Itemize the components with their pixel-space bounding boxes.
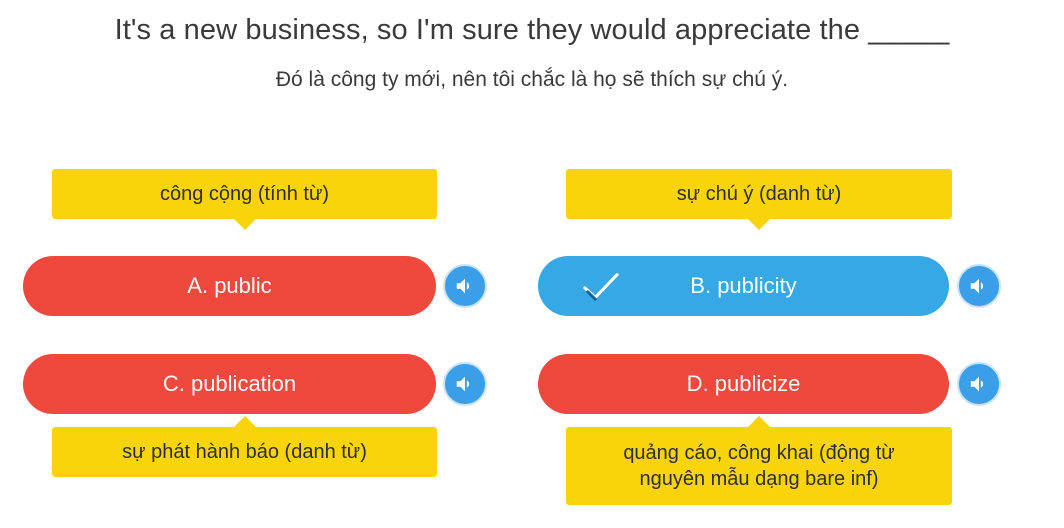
hint-option-d-line1: quảng cáo, công khai (động từ: [623, 442, 895, 464]
hint-option-d: quảng cáo, công khai (động từ nguyên mẫu…: [566, 416, 952, 505]
hint-option-a-text: công cộng (tính từ): [159, 183, 330, 205]
question-text: It's a new business, so I'm sure they wo…: [114, 14, 950, 46]
option-b-button[interactable]: B. publicity: [538, 256, 949, 316]
option-a-button[interactable]: A. public: [23, 256, 436, 316]
option-b-label: B. publicity: [690, 273, 797, 298]
option-a-label: A. public: [187, 273, 272, 298]
hint-option-a: công cộng (tính từ): [52, 169, 437, 230]
hint-option-b: sự chú ý (danh từ): [566, 169, 952, 230]
hint-option-d-line2: nguyên mẫu dạng bare inf): [639, 468, 879, 490]
speaker-button-b[interactable]: [957, 264, 1001, 308]
option-c-label: C. publication: [162, 371, 297, 396]
speaker-button-a[interactable]: [443, 264, 487, 308]
question-translation: Đó là công ty mới, nên tôi chắc là họ sẽ…: [275, 68, 789, 91]
option-d-button[interactable]: D. publicize: [538, 354, 949, 414]
speaker-icon: [456, 278, 470, 294]
hint-option-c-text: sự phát hành báo (danh từ): [122, 441, 367, 463]
speaker-icon: [456, 376, 470, 392]
speaker-icon: [970, 376, 984, 392]
speaker-button-c[interactable]: [443, 362, 487, 406]
quiz-screen: It's a new business, so I'm sure they wo…: [0, 0, 1064, 528]
check-icon: [583, 273, 619, 301]
speaker-button-d[interactable]: [957, 362, 1001, 406]
hint-option-b-text: sự chú ý (danh từ): [676, 183, 842, 205]
option-c-button[interactable]: C. publication: [23, 354, 436, 414]
option-d-label: D. publicize: [686, 371, 801, 396]
speaker-icon: [970, 278, 984, 294]
hint-option-c: sự phát hành báo (danh từ): [52, 416, 437, 477]
